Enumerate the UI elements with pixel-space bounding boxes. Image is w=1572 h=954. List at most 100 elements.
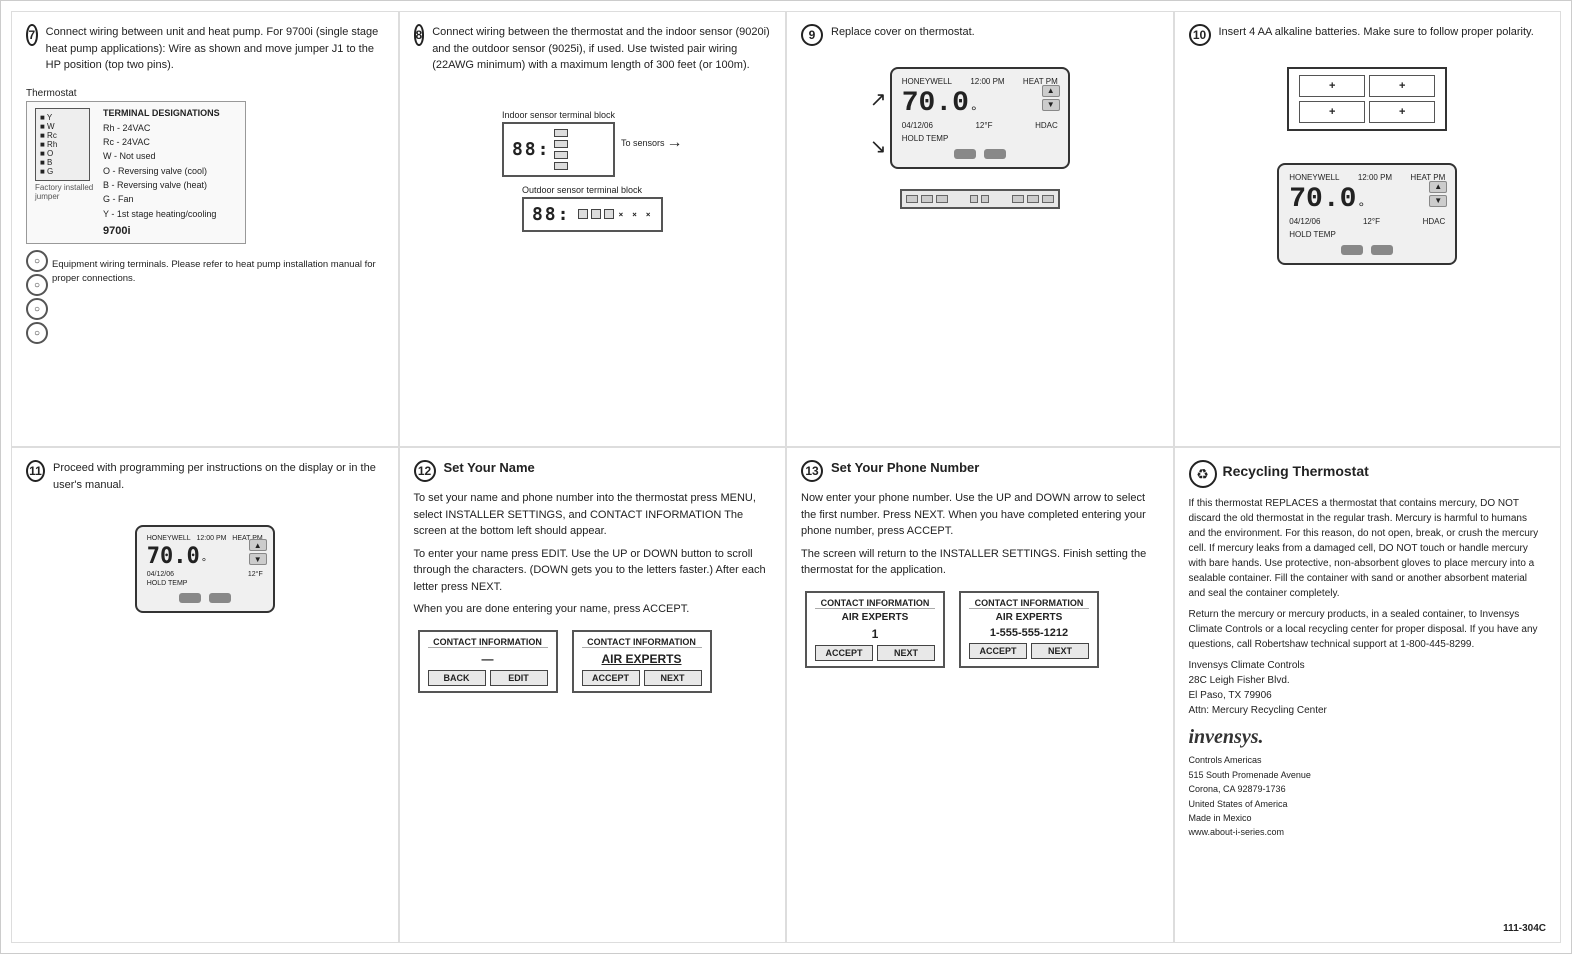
contact-screen-phone-1-title: CONTACT INFORMATION	[815, 598, 935, 609]
step-12-number: 12	[414, 460, 436, 482]
battery-cell-4: +	[1369, 101, 1435, 123]
thermo-btn-left-3[interactable]	[179, 593, 201, 603]
contact-screen-phone-1-sub: AIR EXPERTS	[815, 612, 935, 623]
page: 7 Connect wiring between unit and heat p…	[0, 0, 1572, 954]
step-11-number: 11	[26, 460, 45, 482]
accept-btn-13a[interactable]: ACCEPT	[815, 645, 873, 661]
terminal-table: Rh - 24VAC Rc - 24VAC W - Not used O - R…	[103, 121, 220, 222]
down-arrow-3[interactable]: ▼	[249, 553, 267, 565]
contact-screen-experts-value: AIR EXPERTS	[582, 652, 702, 666]
down-arrow[interactable]: ▼	[1042, 99, 1060, 111]
to-sensors-label: To sensors	[621, 138, 665, 148]
step-12-para-1: To enter your name press EDIT. Use the U…	[414, 546, 772, 596]
step-8-text: Connect wiring between the thermostat an…	[432, 24, 771, 74]
next-btn-12[interactable]: NEXT	[644, 670, 702, 686]
contact-screen-phone-2-value: 1-555-555-1212	[969, 627, 1089, 639]
outdoor-sensor-label: Outdoor sensor terminal block	[522, 185, 663, 195]
step-13-cell: 13 Set Your Phone Number Now enter your …	[786, 447, 1174, 943]
invensys-logo: invensys.	[1189, 726, 1547, 749]
thermo-btn-right-2[interactable]	[1371, 245, 1393, 255]
terminal-designations-label: TERMINAL DESIGNATIONS	[103, 108, 220, 118]
down-arrow-2[interactable]: ▼	[1429, 195, 1447, 207]
thermo-temp-2: 70.0	[1289, 184, 1356, 215]
battery-cell-3: +	[1299, 101, 1365, 123]
thermostat-box: ■ Y ■ W ■ Rc ■ Rh ■ O ■ B ■ G Factory in…	[26, 101, 246, 245]
step-11-thermostat: HONEYWELL 12:00 PM HEAT PM 70.0 ° 04/12/…	[135, 525, 275, 613]
step-9-text: Replace cover on thermostat.	[831, 24, 975, 41]
sensor-diagram: Indoor sensor terminal block 88: To sens…	[414, 110, 772, 232]
up-arrow[interactable]: ▲	[1042, 85, 1060, 97]
arrow-indicator: ↗	[870, 87, 887, 112]
recycling-cell: ♻ Recycling Thermostat If this thermosta…	[1174, 447, 1562, 943]
accept-btn-12[interactable]: ACCEPT	[582, 670, 640, 686]
equipment-wiring-text: Equipment wiring terminals. Please refer…	[52, 258, 384, 344]
thermo-btn-left[interactable]	[954, 149, 976, 159]
thermo-display-header: HONEYWELL	[902, 77, 952, 86]
contact-screen-phone-1-value: 1	[815, 627, 935, 641]
thermostat-cover-before: HONEYWELL 12:00 PM HEAT PM 70.0 ° 04/12/…	[890, 57, 1070, 179]
step-13-number: 13	[801, 460, 823, 482]
factory-jumper-label: Factory installed jumper	[35, 183, 95, 201]
thermo-temp: 70.0	[902, 88, 969, 119]
accept-btn-13b[interactable]: ACCEPT	[969, 643, 1027, 659]
thermostat-label: Thermostat	[26, 88, 77, 99]
step-10-cell: 10 Insert 4 AA alkaline batteries. Make …	[1174, 11, 1562, 447]
thermo-btn-right[interactable]	[984, 149, 1006, 159]
battery-cell-1: +	[1299, 75, 1365, 97]
thermostat-with-batteries: HONEYWELL 12:00 PM HEAT PM 70.0 ° 04/12/…	[1277, 163, 1457, 265]
doc-number: 111-304C	[1503, 923, 1546, 934]
company-info: Controls Americas 515 South Promenade Av…	[1189, 753, 1547, 839]
battery-diagram-top: + + + +	[1287, 67, 1447, 131]
recycling-para-0: If this thermostat REPLACES a thermostat…	[1189, 496, 1547, 601]
step-10-text: Insert 4 AA alkaline batteries. Make sur…	[1219, 24, 1534, 41]
thermostat-base	[900, 189, 1060, 209]
recycling-icon: ♻	[1189, 460, 1217, 488]
contact-screen-phone-2: CONTACT INFORMATION AIR EXPERTS 1-555-55…	[959, 591, 1099, 668]
thermo-btn-left-2[interactable]	[1341, 245, 1363, 255]
contact-screen-experts-title: CONTACT INFORMATION	[582, 637, 702, 648]
contact-screen-air-experts: CONTACT INFORMATION AIR EXPERTS ACCEPT N…	[572, 630, 712, 693]
step-12-para-2: When you are done entering your name, pr…	[414, 601, 772, 618]
equipment-wiring: ○ ○ ○ ○ Equipment wiring terminals. Plea…	[26, 250, 384, 344]
next-btn-13a[interactable]: NEXT	[877, 645, 935, 661]
step-12-para-0: To set your name and phone number into t…	[414, 490, 772, 540]
edit-btn[interactable]: EDIT	[490, 670, 548, 686]
contact-screen-blank-value: —	[428, 652, 548, 666]
thermo-btn-right-3[interactable]	[209, 593, 231, 603]
up-arrow-3[interactable]: ▲	[249, 539, 267, 551]
step-13-para-0: Now enter your phone number. Use the UP …	[801, 490, 1159, 540]
step-7-text: Connect wiring between unit and heat pum…	[46, 24, 384, 74]
contact-screen-phone-2-sub: AIR EXPERTS	[969, 612, 1089, 623]
indoor-sensor-label: Indoor sensor terminal block	[502, 110, 615, 120]
outdoor-sensor-display: 88:	[532, 204, 571, 225]
step-13-screens: CONTACT INFORMATION AIR EXPERTS 1 ACCEPT…	[801, 587, 1159, 672]
step-13-para-1: The screen will return to the INSTALLER …	[801, 546, 1159, 579]
step-12-screens: CONTACT INFORMATION — BACK EDIT CONTACT …	[414, 626, 772, 697]
recycling-title: Recycling Thermostat	[1223, 463, 1369, 479]
step-13-title: Set Your Phone Number	[831, 460, 979, 475]
back-btn[interactable]: BACK	[428, 670, 486, 686]
contact-screen-phone-2-title: CONTACT INFORMATION	[969, 598, 1089, 609]
step-7-number: 7	[26, 24, 38, 46]
indoor-sensor-display: 88:	[512, 139, 551, 160]
step-9-cell: 9 Replace cover on thermostat. HONEYWELL…	[786, 11, 1174, 447]
contact-screen-blank-title: CONTACT INFORMATION	[428, 637, 548, 648]
step-10-number: 10	[1189, 24, 1211, 46]
step-12-title: Set Your Name	[444, 460, 535, 475]
step-7-diagram: Thermostat ■ Y ■ W ■ Rc ■ Rh	[26, 88, 384, 345]
contact-screen-phone-1: CONTACT INFORMATION AIR EXPERTS 1 ACCEPT…	[805, 591, 945, 668]
step-9-number: 9	[801, 24, 823, 46]
next-btn-13b[interactable]: NEXT	[1031, 643, 1089, 659]
step-11-text: Proceed with programming per instruction…	[53, 460, 384, 493]
step-8-cell: 8 Connect wiring between the thermostat …	[399, 11, 787, 447]
battery-cell-2: +	[1369, 75, 1435, 97]
recycling-company: Invensys Climate Controls 28C Leigh Fish…	[1189, 658, 1547, 718]
step-12-cell: 12 Set Your Name To set your name and ph…	[399, 447, 787, 943]
contact-screen-blank: CONTACT INFORMATION — BACK EDIT	[418, 630, 558, 693]
recycling-para-1: Return the mercury or mercury products, …	[1189, 607, 1547, 652]
step-7-cell: 7 Connect wiring between unit and heat p…	[11, 11, 399, 447]
step-8-number: 8	[414, 24, 425, 46]
step-11-cell: 11 Proceed with programming per instruct…	[11, 447, 399, 943]
up-arrow-2[interactable]: ▲	[1429, 181, 1447, 193]
arrow-indicator-2: ↘	[870, 134, 887, 159]
